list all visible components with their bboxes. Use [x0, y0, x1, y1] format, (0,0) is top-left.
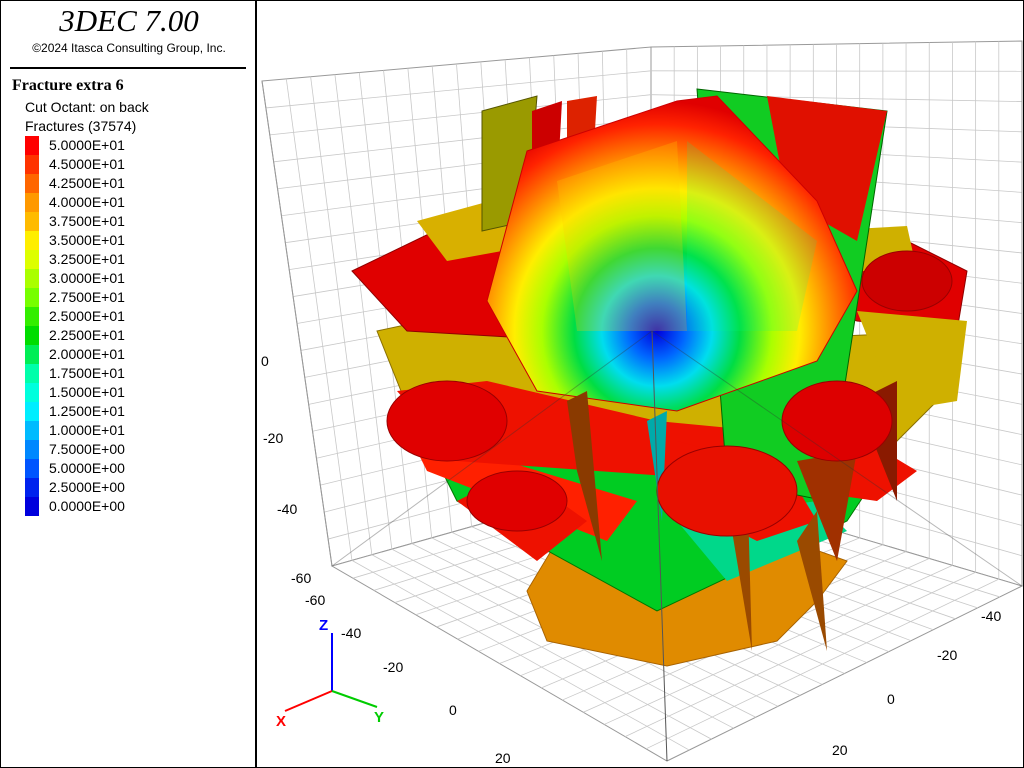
axis-tick-label: -20 [383, 659, 403, 675]
axis-tick-label: -40 [341, 625, 361, 641]
colorbar-swatch [25, 364, 39, 383]
axis-tick-label: -60 [305, 592, 325, 608]
colorbar-swatch [25, 497, 39, 516]
legend-panel: 3DEC 7.00 ©2024 Itasca Consulting Group,… [1, 1, 257, 767]
axis-tick-label: 20 [495, 750, 511, 766]
colorbar-swatch [25, 421, 39, 440]
colorbar-label: 5.0000E+01 [49, 137, 125, 153]
colorbar-swatch [25, 307, 39, 326]
colorbar-label: 3.5000E+01 [49, 232, 125, 248]
app-title: 3DEC 7.00 [59, 3, 199, 38]
colorbar-swatch [25, 193, 39, 212]
colorbar-swatch [25, 136, 39, 155]
colorbar-swatch [25, 440, 39, 459]
colorbar-swatch [25, 155, 39, 174]
colorbar-swatch [25, 459, 39, 478]
colorbar-label: 4.2500E+01 [49, 175, 125, 191]
axis-tick-label: 0 [449, 702, 457, 718]
colorbar-label: 1.2500E+01 [49, 403, 125, 419]
model-scene[interactable]: 0 -20 -40 -60 -60 -40 -20 0 20 -40 -20 0 20 Z X Y [257, 1, 1023, 767]
colorbar-label: 0.0000E+00 [49, 498, 125, 514]
axis-tick-label: -60 [291, 570, 311, 586]
z-axis-label: Z [319, 617, 328, 634]
colorbar-swatch [25, 250, 39, 269]
y-axis-line [331, 690, 378, 708]
colorbar-label: 2.5000E+00 [49, 479, 125, 495]
axis-tick-label: -20 [263, 430, 283, 446]
colorbar-label: 2.2500E+01 [49, 327, 125, 343]
axis-tick-label: -40 [981, 608, 1001, 624]
colorbar-label: 3.2500E+01 [49, 251, 125, 267]
colorbar-swatch [25, 326, 39, 345]
axis-tick-label: 0 [887, 691, 895, 707]
axis-tick-label: -20 [937, 647, 957, 663]
app-frame: 3DEC 7.00 ©2024 Itasca Consulting Group,… [0, 0, 1024, 768]
colorbar-label: 4.0000E+01 [49, 194, 125, 210]
axis-tick-label: -40 [277, 501, 297, 517]
colorbar-label: 2.5000E+01 [49, 308, 125, 324]
x-axis-label: X [276, 713, 286, 730]
axis-tick-label: 0 [261, 353, 269, 369]
colorbar-label: 2.7500E+01 [49, 289, 125, 305]
y-axis-label: Y [374, 709, 384, 726]
colorbar-label: 4.5000E+01 [49, 156, 125, 172]
colorbar-label: 5.0000E+00 [49, 460, 125, 476]
colorbar-swatch [25, 269, 39, 288]
axis-triad: Z X Y [276, 617, 384, 730]
colorbar-swatch [25, 478, 39, 497]
colorbar-swatch [25, 212, 39, 231]
colorbar-label: 1.5000E+01 [49, 384, 125, 400]
colorbar-label: 7.5000E+00 [49, 441, 125, 457]
colorbar-label: 3.7500E+01 [49, 213, 125, 229]
copyright-text: ©2024 Itasca Consulting Group, Inc. [32, 41, 226, 55]
cut-octant-label: Cut Octant: on back [25, 99, 149, 115]
colorbar-swatch [25, 402, 39, 421]
colorbar-swatch [25, 383, 39, 402]
colorbar-swatch [25, 231, 39, 250]
3d-viewport[interactable]: 0 -20 -40 -60 -60 -40 -20 0 20 -40 -20 0 20 Z X Y [257, 1, 1023, 767]
axis-tick-label: 20 [832, 742, 848, 758]
fractures-count-label: Fractures (37574) [25, 118, 137, 134]
colorbar-label: 3.0000E+01 [49, 270, 125, 286]
colorbar-swatch [25, 174, 39, 193]
colorbar-swatch [25, 345, 39, 364]
colorbar-label: 2.0000E+01 [49, 346, 125, 362]
plot-title: Fracture extra 6 [12, 77, 124, 94]
colorbar-label: 1.0000E+01 [49, 422, 125, 438]
colorbar-label: 1.7500E+01 [49, 365, 125, 381]
x-axis-line [284, 690, 333, 712]
title-divider [10, 67, 246, 69]
colorbar-swatch [25, 288, 39, 307]
